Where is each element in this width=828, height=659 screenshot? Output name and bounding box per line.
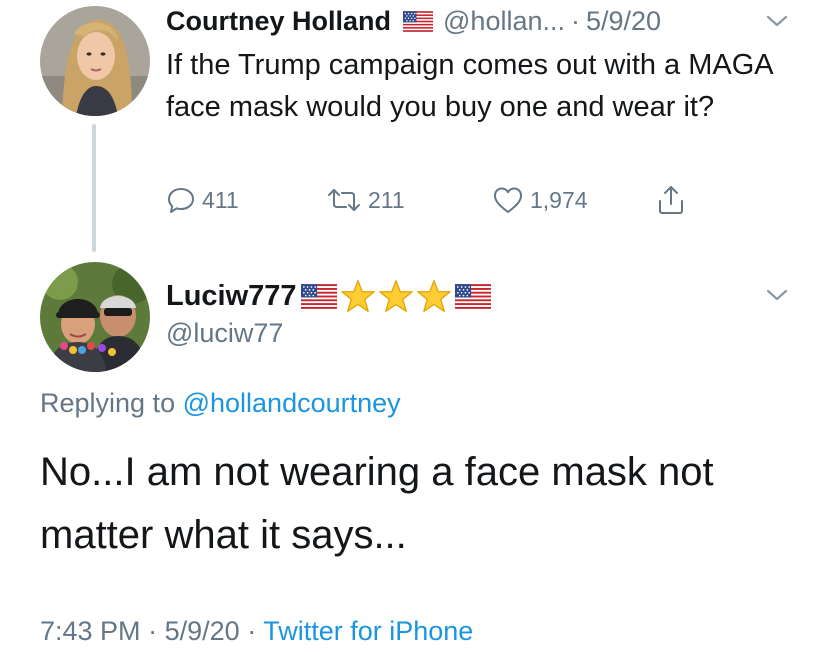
star-icon — [379, 279, 413, 313]
share-icon — [659, 186, 683, 214]
original-tweet-header: Courtney Holland @hollan... · 5/9/20 — [166, 4, 661, 38]
original-author-handle[interactable]: @hollan... — [443, 6, 565, 37]
reply-icon — [168, 188, 194, 213]
us-flag-icon — [403, 11, 433, 32]
reply-author-name-row: Luciw777 — [166, 278, 491, 314]
star-icon — [417, 279, 451, 313]
reply-author-name[interactable]: Luciw777 — [166, 280, 297, 313]
original-author-name[interactable]: Courtney Holland — [166, 6, 391, 37]
chevron-down-icon[interactable] — [764, 286, 790, 304]
chevron-down-icon[interactable] — [764, 12, 790, 30]
reply-tweet-text: No...I am not wearing a face mask not ma… — [40, 450, 714, 557]
share-button[interactable] — [656, 182, 686, 218]
reply-count: 411 — [202, 186, 239, 213]
reply-tweet-time: 7:43 PM — [40, 616, 141, 646]
retweet-button[interactable]: 211 — [326, 182, 405, 218]
meta-separator: · — [148, 616, 158, 646]
original-tweet-text: If the Trump campaign comes out with a M… — [166, 49, 773, 123]
tweet-source-link[interactable]: Twitter for iPhone — [263, 616, 473, 646]
reply-author-handle[interactable]: @luciw77 — [166, 318, 283, 349]
reply-tweet-date: 5/9/20 — [164, 616, 240, 646]
meta-separator: · — [247, 616, 257, 646]
reply-author-avatar[interactable] — [40, 262, 150, 372]
replying-to-line: Replying to @hollandcourtney — [40, 388, 401, 419]
retweet-icon — [328, 189, 360, 211]
retweet-count: 211 — [368, 186, 405, 213]
us-flag-icon — [455, 284, 491, 309]
heart-icon — [494, 187, 522, 213]
reply-button[interactable]: 411 — [166, 182, 239, 218]
replying-to-mention-link[interactable]: @hollandcourtney — [183, 388, 401, 418]
reply-tweet-metadata: 7:43 PM · 5/9/20 · Twitter for iPhone — [40, 616, 473, 647]
thread-connector-line — [92, 124, 96, 252]
replying-to-prefix: Replying to — [40, 388, 183, 418]
header-separator: · — [571, 5, 580, 36]
like-button[interactable]: 1,974 — [492, 182, 588, 218]
original-author-avatar[interactable] — [40, 6, 150, 116]
like-count: 1,974 — [530, 186, 588, 213]
star-icon — [341, 279, 375, 313]
tweet-action-bar: 411 211 1,974 — [166, 182, 726, 218]
original-tweet-date[interactable]: 5/9/20 — [586, 6, 661, 37]
us-flag-icon — [301, 284, 337, 309]
